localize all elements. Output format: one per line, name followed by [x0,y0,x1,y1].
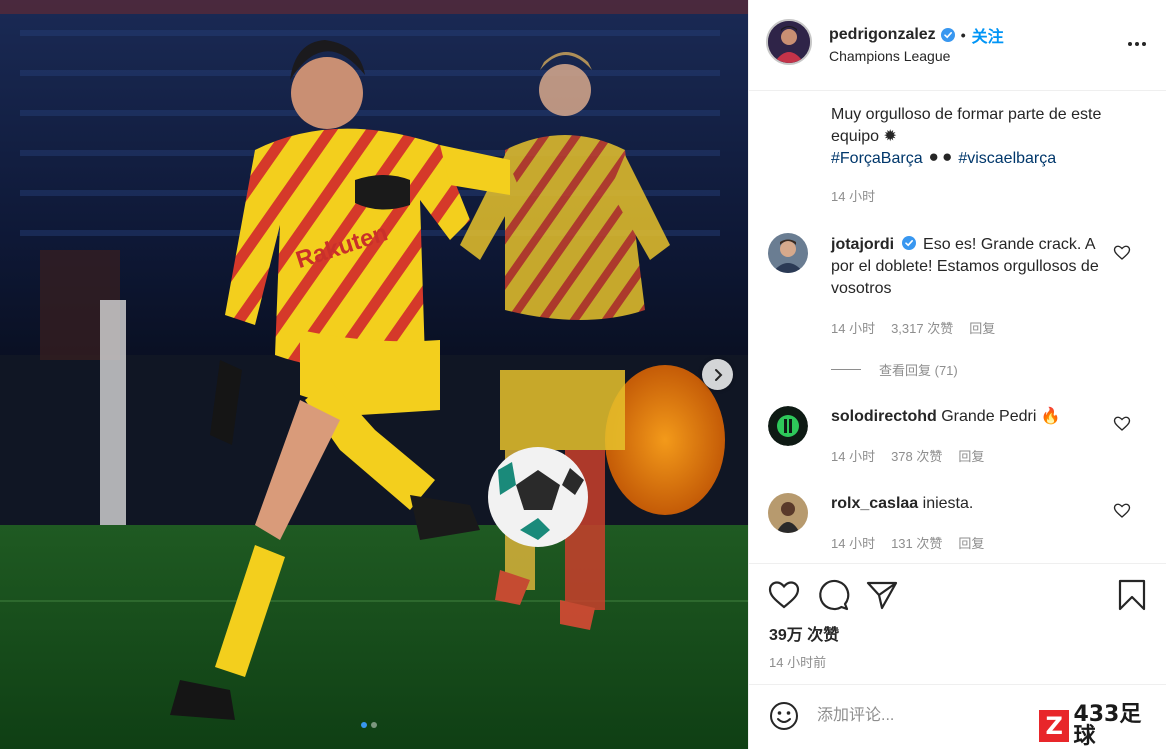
header-separator: • [960,27,966,43]
comment-likes[interactable]: 131 次赞 [891,533,942,552]
next-image-button[interactable] [702,359,733,390]
football [488,447,588,547]
divider [831,369,861,370]
comment-input[interactable] [817,703,1037,729]
comment-likes[interactable]: 378 次赞 [891,446,942,465]
save-bookmark-icon[interactable] [1115,578,1149,612]
watermark-z-icon: Z [1039,710,1070,742]
location-link[interactable]: Champions League [829,48,950,64]
comment-avatar[interactable] [768,406,808,446]
watermark-text: 433足球 [1073,702,1142,749]
chevron-right-icon [714,368,722,381]
header-username-row: pedrigonzalez • 关注 [829,23,1004,47]
comment-username[interactable]: jotajordi [831,236,894,253]
comment-meta: 14 小时 3,317 次赞 回复 [831,318,995,337]
post-timestamp[interactable]: 14 小时前 [769,652,826,671]
add-comment-bar: Z 433足球 [749,684,1166,749]
reply-button[interactable]: 回复 [969,318,995,337]
comment-text: solodirectohd Grande Pedri 🔥 [831,406,1121,428]
verified-badge-icon [940,28,955,42]
comment-username[interactable]: solodirectohd [831,408,937,425]
like-comment-heart-icon[interactable] [1113,244,1131,262]
reply-button[interactable]: 回复 [958,533,984,552]
hashtag-link[interactable]: #viscaelbarça [958,150,1056,167]
comment-text: jotajordi Eso es! Grande crack. A por el… [831,234,1121,300]
comment-avatar[interactable] [768,233,808,273]
caption-timestamp: 14 小时 [831,189,876,204]
verified-badge-icon [901,236,916,250]
comment-time: 14 小时 [831,536,876,551]
watermark-logo: Z 433足球 [1039,702,1159,749]
caption-text: Muy orgulloso de formar parte de este eq… [831,106,1102,145]
post-actions: 39万 次赞 14 小时前 [749,563,1166,693]
football-photo: Rakuten [0,0,748,749]
reply-button[interactable]: 回复 [958,446,984,465]
comment-avatar[interactable] [768,493,808,533]
share-paper-plane-icon[interactable] [865,578,899,612]
view-replies-button[interactable]: 查看回复 (71) [831,360,958,379]
comment-content: Grande Pedri 🔥 [941,408,1061,425]
follow-button[interactable]: 关注 [972,23,1004,47]
comment-meta: 14 小时 378 次赞 回复 [831,446,984,465]
post-header: pedrigonzalez • 关注 Champions League [749,0,1166,91]
carousel-dot-1 [361,722,367,728]
comment-time: 14 小时 [831,321,876,336]
commenter-logo [768,406,808,446]
profile-picture [768,21,810,63]
comment-meta: 14 小时 131 次赞 回复 [831,533,984,552]
comment-content: iniesta. [922,495,974,512]
view-replies-label: 查看回复 (71) [879,363,958,378]
like-comment-heart-icon[interactable] [1113,415,1131,433]
comment-bubble-icon[interactable] [816,578,850,612]
hashtag-link[interactable]: #ForçaBarça [831,150,923,167]
comment-time: 14 小时 [831,449,876,464]
post-sidebar: pedrigonzalez • 关注 Champions League Muy … [748,0,1166,749]
comment-text: rolx_caslaa iniesta. [831,493,1121,515]
post-caption: Muy orgulloso de formar parte de este eq… [831,104,1149,170]
comment-username[interactable]: rolx_caslaa [831,495,918,512]
post-media[interactable]: Rakuten [0,0,748,749]
carousel-indicator [361,722,377,728]
likes-count[interactable]: 39万 次赞 [769,621,839,645]
instagram-post: Rakuten pedrigonzalez • 关注 Champions Lea… [0,0,1166,749]
like-comment-heart-icon[interactable] [1113,502,1131,520]
more-options-icon[interactable] [1125,34,1149,54]
comments-section[interactable]: Muy orgulloso de formar parte de este eq… [749,92,1166,562]
username-link[interactable]: pedrigonzalez [829,26,936,44]
commenter-photo [768,233,808,273]
emoji-smiley-icon[interactable] [768,700,800,732]
commenter-photo [768,493,808,533]
carousel-dot-2 [371,722,377,728]
comment-likes[interactable]: 3,317 次赞 [891,318,953,337]
caption-emoji: ⚫⚫ [927,150,954,167]
like-heart-icon[interactable] [767,578,801,612]
avatar[interactable] [766,19,812,65]
